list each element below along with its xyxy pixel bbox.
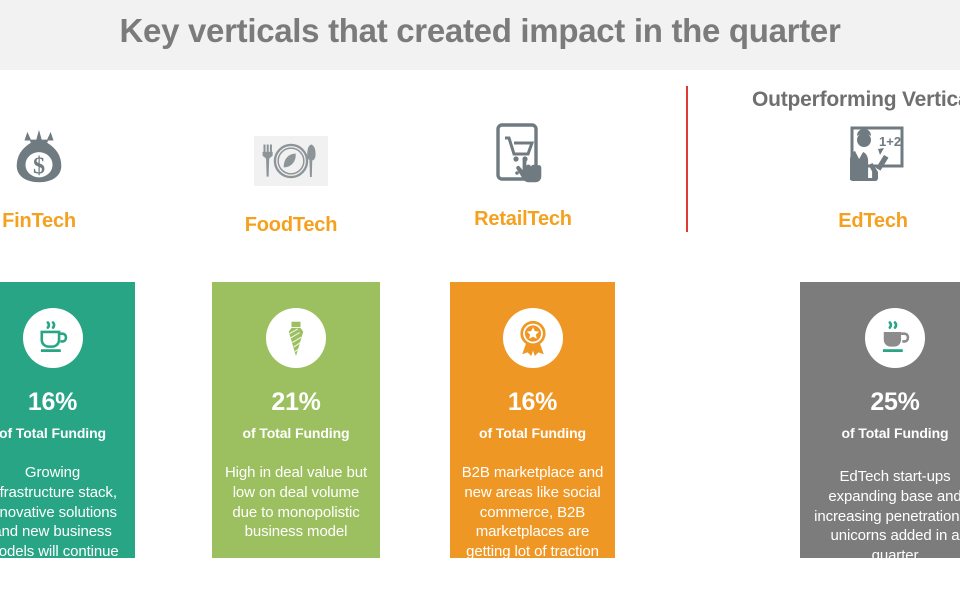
coffee-cup-icon xyxy=(865,308,925,368)
stat-description: B2B marketplace and new areas like socia… xyxy=(461,464,604,561)
stat-card-fintech: 16% of Total Funding Growing infrastruct… xyxy=(0,282,135,600)
vertical-column-fintech: $ FinTech xyxy=(0,118,114,233)
vertical-label-fintech: FinTech xyxy=(2,210,76,232)
necktie-icon xyxy=(266,308,326,368)
teacher-blackboard-icon: 1+2 xyxy=(798,118,948,196)
stat-percent: 16% xyxy=(507,388,558,416)
vertical-label-foodtech: FoodTech xyxy=(244,214,338,236)
stat-subtitle: of Total Funding xyxy=(0,425,106,441)
vertical-label-edtech: EdTech xyxy=(838,210,908,232)
stat-percent: 16% xyxy=(27,388,78,416)
stat-subtitle: of Total Funding xyxy=(479,425,586,441)
tablet-cart-icon xyxy=(448,116,598,194)
stat-card-foodtech: 21% of Total Funding High in deal value … xyxy=(212,282,380,558)
page-title: Key verticals that created impact in the… xyxy=(119,12,841,49)
stat-percent: 21% xyxy=(271,388,321,416)
money-bag-icon: $ xyxy=(0,118,114,196)
stat-subtitle: of Total Funding xyxy=(841,425,949,441)
vertical-label-retailtech: RetailTech xyxy=(474,208,572,230)
stat-card-edtech: 25% of Total Funding EdTech start-ups ex… xyxy=(800,282,960,564)
svg-text:$: $ xyxy=(33,152,45,179)
section-heading: Outperforming Vertical xyxy=(752,88,960,111)
slide-canvas: Key verticals that created impact in the… xyxy=(0,0,960,600)
stat-description: High in deal value but low on deal volum… xyxy=(224,464,368,541)
stat-description: Growing infrastructure stack, innovative… xyxy=(0,464,121,600)
section-divider xyxy=(686,86,688,232)
vertical-column-foodtech: FoodTech xyxy=(216,122,366,237)
stat-card-retailtech: 16% of Total Funding B2B marketplace and… xyxy=(450,282,615,560)
vertical-column-edtech: 1+2 EdTech xyxy=(798,118,948,233)
stat-subtitle: of Total Funding xyxy=(242,425,350,441)
stat-percent: 25% xyxy=(870,388,920,416)
award-ribbon-icon xyxy=(502,308,563,368)
plate-icon-backdrop xyxy=(254,136,328,186)
stat-description: EdTech start-ups expanding base and incr… xyxy=(814,468,960,565)
vertical-column-retailtech: RetailTech xyxy=(448,116,598,231)
coffee-cup-icon xyxy=(22,308,83,368)
plate-cutlery-icon xyxy=(216,122,366,200)
blackboard-text: 1+2 xyxy=(879,134,901,149)
